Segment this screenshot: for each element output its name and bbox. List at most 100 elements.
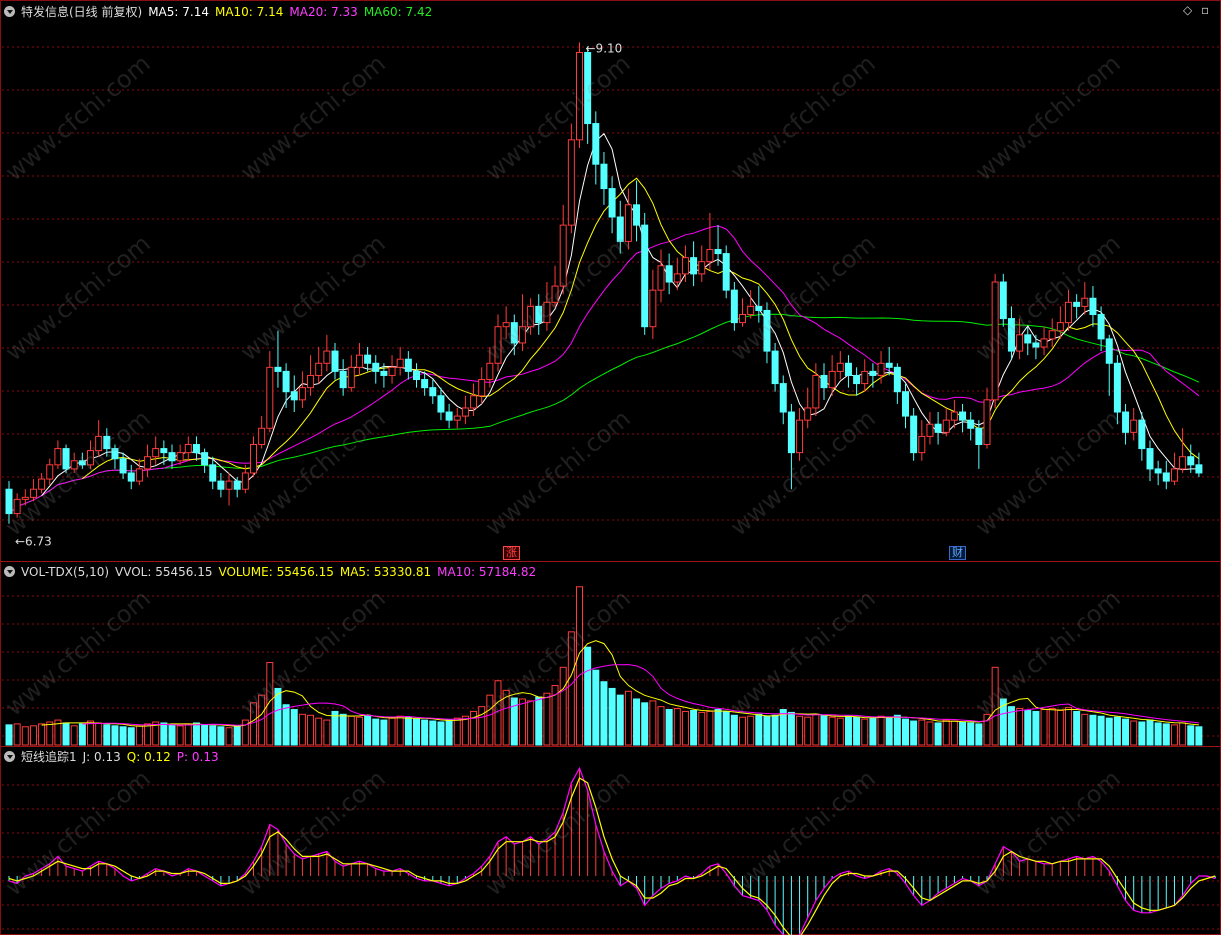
volume-indicator-title: VOL-TDX(5,10) [21,565,110,579]
candle-body [1179,456,1187,470]
indicator-pane-menu-icon[interactable] [4,751,15,762]
candle-body [934,423,942,433]
candle-body [730,289,738,324]
volume-bar [1122,718,1130,746]
candle-body [13,498,21,515]
volume-bar [290,709,298,746]
volume-bar [5,724,13,746]
candle-body [192,444,200,454]
candle-body [95,435,103,452]
volume-bar [787,711,795,746]
volume-bar [535,696,543,746]
volume-bar [836,717,844,746]
volume-bar [576,586,583,746]
candle-body [413,370,420,381]
volume-bar [160,722,168,746]
window-restore-icon[interactable]: ▫ [1201,3,1209,17]
volume-bar [1113,716,1121,746]
candle-body [144,456,152,470]
volume-bar [421,719,429,746]
pane-separator-volume[interactable] [0,561,1221,562]
volume-bar [975,723,983,746]
volume-bar [893,714,901,746]
volume-bar [347,715,355,746]
candle-body [339,370,347,389]
volume-bar [616,694,624,746]
candle-body [62,448,70,470]
p-readout: P: 0.13 [176,750,219,764]
volume-bar [706,710,714,746]
candle-body [461,407,469,417]
candle-body [885,362,893,368]
candle-body [1162,472,1170,482]
pane-separator-indicator[interactable] [0,746,1221,747]
candle-body [1056,322,1064,332]
candle-body [1081,297,1089,307]
volume-bar [1130,720,1138,746]
candle-body [168,452,176,462]
volume-bar [429,720,437,746]
finance-marker[interactable]: 财 [949,546,966,560]
candle-body [567,139,575,226]
volume-bar [1179,722,1187,746]
ma60-readout: MA60: 7.42 [363,5,433,19]
volume-bar [559,666,567,746]
volume-bar [592,669,600,746]
volume-bar [763,715,771,746]
indicator-title: 短线追踪1 [21,750,77,764]
volume-bar [722,710,730,746]
volume-bar [918,719,926,746]
volume-bar [413,718,420,746]
volume-bar [298,713,306,746]
price-pane-menu-icon[interactable] [4,6,15,17]
volume-bar [804,716,812,746]
j-readout: J: 0.13 [82,750,121,764]
volume-bar [910,720,918,746]
candle-body [918,435,926,454]
candle-body [87,450,94,466]
volume-bar [869,717,877,746]
volume-bar [1016,708,1024,746]
candle-body [315,362,323,376]
candle-body [437,395,445,413]
volume-bar [1162,723,1170,746]
volume-bar [926,721,934,746]
volume-bar [1105,717,1113,746]
volume-bar [355,716,363,746]
candle-body [258,427,266,446]
volume-bar [274,687,282,746]
diamond-icon[interactable]: ◇ [1183,3,1192,17]
stock-title: 特发信息(日线 前复权) [21,5,143,19]
volume-bar [967,722,975,746]
volume-bar [380,719,388,746]
volume-bar [812,713,820,746]
volume-bar [771,714,779,746]
volume-bar [1081,713,1089,746]
volume-bar [461,715,469,746]
candle-body [233,480,241,490]
volume-bar [633,698,641,746]
volume-bar [959,721,967,746]
volume-bar [739,716,746,746]
candle-body [690,257,698,275]
candle-body [820,374,828,389]
candle-body [29,488,37,498]
volume-bar [600,681,608,746]
candle-body [1048,330,1056,340]
volume-bar [714,709,722,746]
candle-body [633,204,641,226]
candle-body [771,350,779,385]
volume-bar [584,646,592,746]
candle-body [551,285,559,303]
volume-bar [853,716,861,746]
ma10-readout: MA10: 7.14 [214,5,284,19]
stock-chart-canvas[interactable]: ←9.10 ←6.73 [0,0,1221,935]
candle-body [241,472,249,490]
candle-body [616,216,624,242]
limit-up-marker[interactable]: 涨 [503,546,520,560]
candle-body [1024,334,1032,344]
indicator-pane-header: 短线追踪1 J: 0.13 Q: 0.12 P: 0.13 [4,748,225,766]
candle-body [21,496,29,500]
volume-pane-menu-icon[interactable] [4,566,15,577]
volume-bar [70,725,78,746]
